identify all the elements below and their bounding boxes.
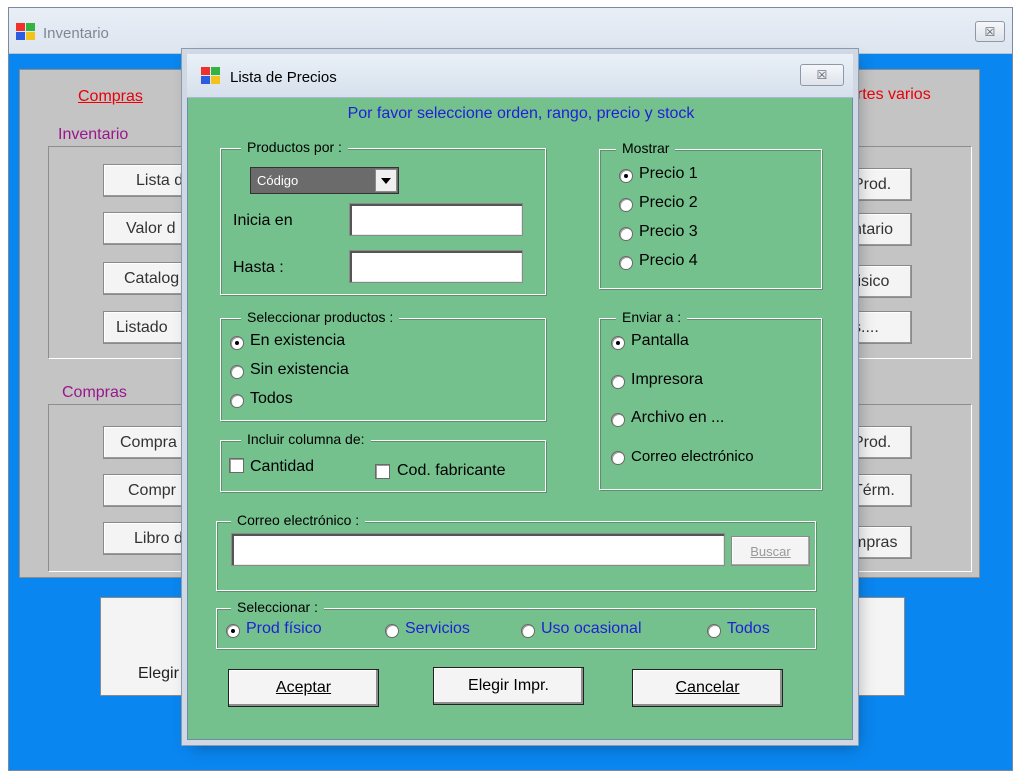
tab-reportes-varios[interactable]: ortes varios <box>848 86 931 104</box>
group-inventario-label: Inventario <box>56 126 131 144</box>
sin-existencia-label: Sin existencia <box>250 361 349 378</box>
en-existencia-label: En existencia <box>250 332 346 349</box>
servicios-label: Servicios <box>405 620 470 637</box>
cancelar-label: Cancelar <box>675 679 740 696</box>
buscar-button[interactable]: Buscar <box>731 536 810 566</box>
aceptar-button[interactable]: Aceptar <box>228 669 379 707</box>
dialog-subtitle: Por favor seleccione orden, rango, preci… <box>347 105 695 122</box>
impresora-label: Impresora <box>631 371 704 388</box>
bg-button-elegir-label: Elegir <box>138 665 179 682</box>
todos-label: Todos <box>727 620 770 637</box>
group-mostrar: Mostrar <box>599 140 822 289</box>
main-window-title: Inventario <box>43 25 109 42</box>
bg-button-compr[interactable]: Compr <box>103 474 193 507</box>
radio-todos-productos[interactable] <box>230 394 244 408</box>
dialog-title: Lista de Precios <box>230 69 337 86</box>
checkbox-cantidad[interactable] <box>229 458 244 473</box>
radio-servicios[interactable] <box>385 624 399 638</box>
radio-correo-electronico[interactable] <box>611 451 625 465</box>
bg-button-lista[interactable]: Lista d <box>103 164 193 197</box>
radio-precio-3[interactable] <box>619 227 633 241</box>
checkbox-cod-fabricante[interactable] <box>375 464 390 479</box>
main-close-button[interactable]: ☒ <box>975 21 1005 42</box>
precio-1-label: Precio 1 <box>639 165 698 182</box>
bg-button-fisico[interactable]: fisico <box>848 265 912 298</box>
lista-de-precios-dialog: Lista de Precios ☒ Por favor seleccione … <box>187 54 853 740</box>
incluir-columna-label: Incluir columna de: <box>241 431 371 447</box>
bg-button-term[interactable]: Térm. <box>848 474 912 507</box>
correo-electronico-label: Correo electrónico : <box>231 512 366 528</box>
prod-fisico-label: Prod físico <box>246 620 322 637</box>
radio-precio-2[interactable] <box>619 198 633 212</box>
bg-button-compras-prod[interactable]: Prod. <box>848 426 912 459</box>
hasta-input[interactable] <box>349 250 523 283</box>
inicia-en-input[interactable] <box>349 203 523 236</box>
group-compras-label: Compras <box>60 384 129 402</box>
tab-compras[interactable]: Compras <box>78 88 143 106</box>
chevron-down-icon[interactable] <box>375 169 397 192</box>
app-icon <box>16 23 38 41</box>
close-icon: ☒ <box>816 68 828 82</box>
cantidad-label: Cantidad <box>250 458 315 475</box>
mostrar-label: Mostrar <box>616 140 676 156</box>
precio-2-label: Precio 2 <box>639 194 698 211</box>
bg-button-varios[interactable]: s.... <box>848 311 912 344</box>
cancelar-button[interactable]: Cancelar <box>632 669 783 707</box>
radio-en-existencia[interactable] <box>230 336 244 350</box>
bg-button-listado[interactable]: Listado <box>103 311 193 344</box>
radio-prod-fisico[interactable] <box>226 624 240 638</box>
elegir-impresora-button[interactable]: Elegir Impr. <box>433 667 584 705</box>
precio-4-label: Precio 4 <box>639 252 698 269</box>
radio-pantalla[interactable] <box>611 336 625 350</box>
bg-button-valor[interactable]: Valor d <box>103 212 193 245</box>
bg-button-compras[interactable]: mpras <box>848 526 912 559</box>
radio-impresora[interactable] <box>611 375 625 389</box>
enviar-a-label: Enviar a : <box>616 309 688 325</box>
bg-button-compra[interactable]: Compra <box>103 426 193 459</box>
bg-button-libro[interactable]: Libro d <box>103 522 193 555</box>
cod-fabricante-label: Cod. fabricante <box>397 462 506 479</box>
archivo-label: Archivo en ... <box>631 409 725 426</box>
radio-todos[interactable] <box>707 624 721 638</box>
dialog-app-icon <box>201 67 223 85</box>
buscar-label: Buscar <box>750 543 791 559</box>
uso-ocasional-label: Uso ocasional <box>541 620 642 637</box>
email-field[interactable] <box>231 533 725 566</box>
main-titlebar: Inventario ☒ <box>9 8 1012 54</box>
elegir-impresora-label: Elegir Impr. <box>468 677 549 694</box>
dialog-close-button[interactable]: ☒ <box>800 64 844 86</box>
radio-precio-4[interactable] <box>619 256 633 270</box>
todos-productos-label: Todos <box>250 390 293 407</box>
radio-sin-existencia[interactable] <box>230 365 244 379</box>
productos-por-value: Código <box>257 173 299 188</box>
radio-archivo[interactable] <box>611 413 625 427</box>
seleccionar-label: Seleccionar : <box>231 599 324 615</box>
productos-por-label: Productos por : <box>241 139 348 155</box>
inicia-en-label: Inicia en <box>233 212 293 229</box>
correo-electronico-option-label: Correo electrónico <box>631 448 754 465</box>
productos-por-select[interactable]: Código <box>250 167 399 194</box>
bg-button-catalogo[interactable]: Catalog <box>103 262 193 295</box>
hasta-label: Hasta : <box>233 259 284 276</box>
radio-uso-ocasional[interactable] <box>521 624 535 638</box>
close-icon: ☒ <box>984 24 996 39</box>
precio-3-label: Precio 3 <box>639 223 698 240</box>
aceptar-label: Aceptar <box>275 679 332 696</box>
radio-precio-1[interactable] <box>619 169 633 183</box>
dialog-titlebar[interactable]: Lista de Precios ☒ <box>187 54 853 98</box>
bg-button-inventario[interactable]: ntario <box>848 213 912 246</box>
seleccionar-productos-label: Seleccionar productos : <box>241 309 400 325</box>
pantalla-label: Pantalla <box>631 332 689 349</box>
bg-button-prod[interactable]: Prod. <box>848 168 912 201</box>
